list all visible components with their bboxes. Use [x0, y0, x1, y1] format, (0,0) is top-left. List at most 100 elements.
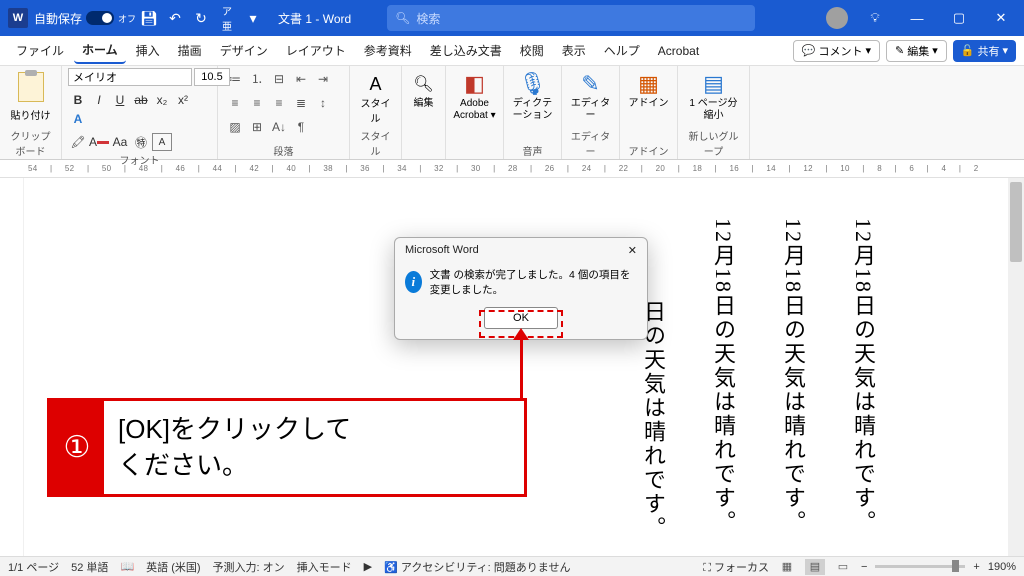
align-right-button[interactable]: ≡ [268, 92, 290, 113]
font-group: B I U ab x₂ x² A 🖍 A Aa ㊕ A フォント [62, 66, 218, 159]
maximize-button[interactable]: ▢ [944, 10, 974, 26]
read-mode-button[interactable]: ▦ [777, 559, 797, 575]
addin-icon[interactable]: ▦ [626, 70, 671, 98]
tab-home[interactable]: ホーム [74, 37, 126, 64]
spellcheck-status-icon[interactable]: 📖 [120, 560, 134, 573]
callout-number: ① [50, 401, 104, 494]
help-icon[interactable]: 💡︎ [860, 10, 890, 26]
paste-icon[interactable] [18, 72, 44, 102]
ok-button[interactable]: OK [484, 307, 558, 329]
increase-indent-button[interactable]: ⇥ [312, 68, 334, 89]
bold-button[interactable]: B [68, 91, 88, 109]
adobe-icon[interactable]: ◧ [452, 70, 497, 98]
styles-button[interactable]: スタイル [356, 95, 395, 125]
zoom-in-button[interactable]: + [973, 561, 979, 573]
zoom-level[interactable]: 190% [988, 561, 1016, 573]
spellcheck-icon[interactable]: ア亜 [214, 5, 240, 31]
bullets-button[interactable]: ≔ [224, 68, 246, 89]
align-left-button[interactable]: ≡ [224, 92, 246, 113]
tab-draw[interactable]: 描画 [170, 38, 210, 63]
text-effects-button[interactable]: A [68, 110, 88, 128]
adobe-button[interactable]: AdobeAcrobat ▾ [452, 98, 497, 122]
tab-insert[interactable]: 挿入 [128, 38, 168, 63]
tab-design[interactable]: デザイン [212, 38, 276, 63]
qat-dropdown-icon[interactable]: ▾ [240, 5, 266, 31]
italic-button[interactable]: I [89, 91, 109, 109]
justify-button[interactable]: ≣ [290, 92, 312, 113]
tab-review[interactable]: 校閲 [512, 38, 552, 63]
edit-button[interactable]: 編集 [408, 94, 439, 109]
vertical-scrollbar[interactable] [1008, 178, 1024, 556]
shrink-page-button[interactable]: 1 ページ分縮小 [684, 98, 743, 122]
accessibility-status[interactable]: ♿ アクセシビリティ: 問題ありません [384, 559, 570, 575]
font-color-button[interactable]: A [89, 133, 109, 151]
paragraph-label: 段落 [224, 142, 343, 159]
editor-icon[interactable]: ✎ [568, 70, 613, 98]
tab-file[interactable]: ファイル [8, 38, 72, 63]
web-layout-button[interactable]: ▭ [833, 559, 853, 575]
superscript-button[interactable]: x² [173, 91, 193, 109]
zoom-slider[interactable] [875, 565, 965, 568]
shading-button[interactable]: ▨ [224, 116, 246, 137]
autosave-state: オフ [118, 12, 136, 25]
macro-icon[interactable]: ▶ [364, 560, 372, 573]
styles-icon[interactable]: A [356, 74, 395, 95]
tab-acrobat[interactable]: Acrobat [650, 40, 707, 62]
mic-icon[interactable]: 🎙 [510, 70, 555, 98]
line-spacing-button[interactable]: ↕ [312, 92, 334, 113]
addin-button[interactable]: アドイン [626, 98, 671, 110]
comments-button[interactable]: 💬 コメント ▾ [793, 40, 880, 62]
underline-button[interactable]: U [110, 91, 130, 109]
share-button[interactable]: 🔓 共有 ▾ [953, 40, 1016, 62]
enclose-button[interactable]: ㊕ [131, 133, 151, 151]
minimize-button[interactable]: — [902, 11, 932, 26]
focus-mode-button[interactable]: ⛶ フォーカス [703, 559, 769, 575]
redo-icon[interactable]: ↻ [188, 5, 214, 31]
search-box[interactable]: 🔍︎ 検索 [387, 5, 755, 31]
tab-view[interactable]: 表示 [554, 38, 594, 63]
char-border-button[interactable]: A [152, 133, 172, 151]
save-icon[interactable]: 💾︎ [136, 5, 162, 31]
language-status[interactable]: 英語 (米国) [146, 559, 200, 575]
show-marks-button[interactable]: ¶ [290, 116, 312, 137]
numbering-button[interactable]: ⒈ [246, 68, 268, 89]
toggle-switch-icon[interactable] [86, 11, 114, 25]
undo-icon[interactable]: ↶ [162, 5, 188, 31]
borders-button[interactable]: ⊞ [246, 116, 268, 137]
font-name-input[interactable] [68, 68, 192, 86]
vertical-ruler[interactable] [0, 178, 24, 556]
strikethrough-button[interactable]: ab [131, 91, 151, 109]
scrollbar-thumb[interactable] [1010, 182, 1022, 262]
tab-help[interactable]: ヘルプ [596, 38, 648, 63]
word-count[interactable]: 52 単語 [71, 559, 108, 575]
editor-button[interactable]: エディター [568, 98, 613, 122]
find-icon[interactable]: 🔍︎ [408, 74, 439, 94]
subscript-button[interactable]: x₂ [152, 91, 172, 109]
newgroup-group: ▤ 1 ページ分縮小 新しいグループ [678, 66, 750, 159]
tab-mailings[interactable]: 差し込み文書 [422, 38, 510, 63]
document-page[interactable]: 12月18日の天気は晴れです。 12月18日の天気は晴れです。 12月18日の天… [24, 178, 1024, 556]
highlight-button[interactable]: 🖍 [68, 133, 88, 151]
tab-layout[interactable]: レイアウト [278, 38, 354, 63]
dialog-close-button[interactable]: ✕ [628, 244, 637, 257]
autosave-toggle[interactable]: 自動保存 オフ [34, 10, 136, 27]
editing-mode-button[interactable]: ✎ 編集 ▾ [886, 40, 947, 62]
page-count[interactable]: 1/1 ページ [8, 559, 59, 575]
char-shading-button[interactable]: Aa [110, 133, 130, 151]
user-avatar[interactable] [826, 7, 848, 29]
shrink-page-icon[interactable]: ▤ [684, 70, 743, 98]
decrease-indent-button[interactable]: ⇤ [290, 68, 312, 89]
close-button[interactable]: ✕ [986, 10, 1016, 26]
ribbon-tabs: ファイル ホーム 挿入 描画 デザイン レイアウト 参考資料 差し込み文書 校閲… [0, 36, 1024, 66]
predict-status[interactable]: 予測入力: オン [213, 559, 285, 575]
insert-mode[interactable]: 挿入モード [297, 559, 352, 575]
sort-button[interactable]: A↓ [268, 116, 290, 137]
tab-references[interactable]: 参考資料 [356, 38, 420, 63]
dictate-button[interactable]: ディクテーション [510, 98, 555, 122]
paste-button[interactable]: 貼り付け [11, 107, 51, 122]
title-bar: W 自動保存 オフ 💾︎ ↶ ↻ ア亜 ▾ 文書 1 - Word 🔍︎ 検索 … [0, 0, 1024, 36]
zoom-out-button[interactable]: − [861, 561, 867, 573]
multilevel-button[interactable]: ⊟ [268, 68, 290, 89]
print-layout-button[interactable]: ▤ [805, 559, 825, 575]
align-center-button[interactable]: ≡ [246, 92, 268, 113]
